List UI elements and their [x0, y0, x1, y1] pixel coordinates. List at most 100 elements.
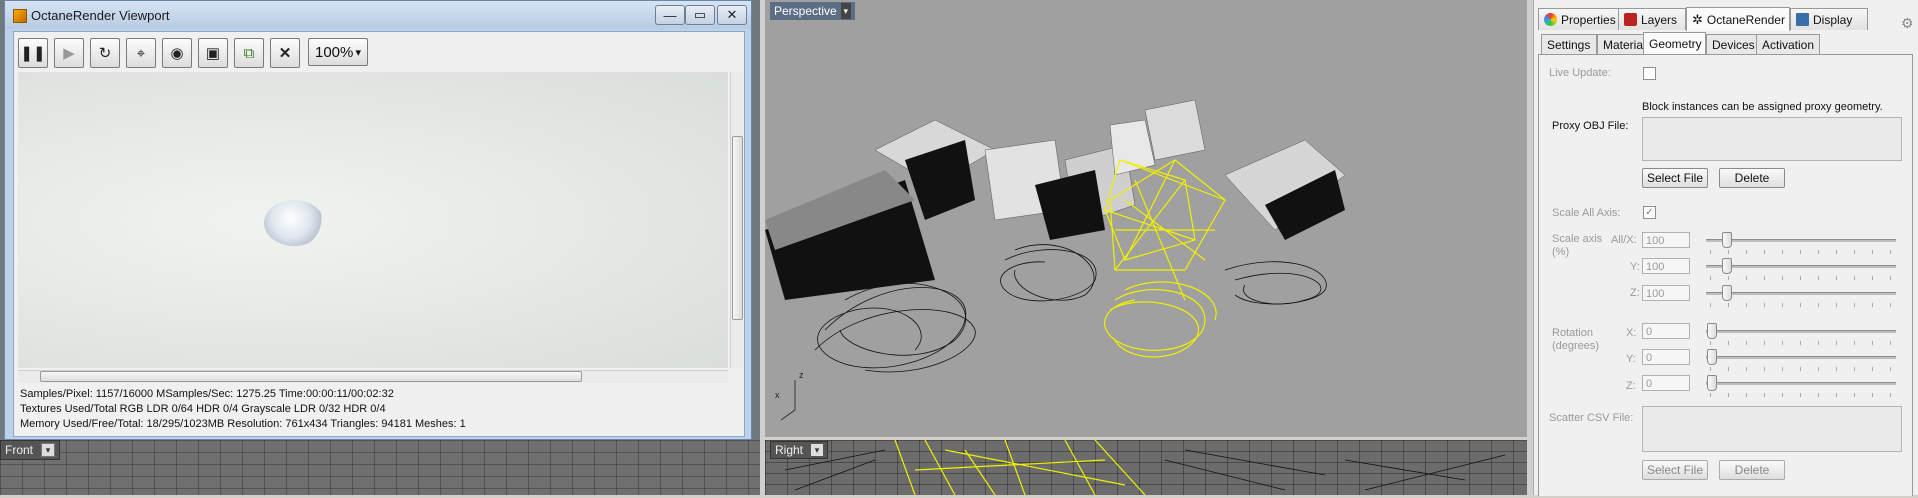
rotation-y-ticks [1710, 367, 1896, 371]
scale-y-slider-track[interactable] [1706, 265, 1896, 268]
proxy-obj-field[interactable] [1642, 117, 1902, 161]
rotation-z-input[interactable]: 0 [1642, 375, 1690, 391]
proxy-obj-label: Proxy OBJ File: [1552, 120, 1629, 132]
vertical-scroll-thumb[interactable] [732, 136, 743, 320]
scatter-select-file-button[interactable]: Select File [1642, 460, 1708, 480]
scale-y-slider-thumb[interactable] [1722, 258, 1732, 274]
rotation-y-input[interactable]: 0 [1642, 349, 1690, 365]
scale-all-axis-label: Scale All Axis: [1552, 207, 1621, 219]
rotation-z-slider-track[interactable] [1706, 382, 1896, 385]
layers-icon [1624, 13, 1637, 26]
play-icon: ▶ [63, 45, 75, 62]
minimize-button[interactable]: — [655, 5, 685, 25]
stats-textures: Textures Used/Total RGB LDR 0/64 HDR 0/4… [20, 403, 386, 415]
right-selected-wireframe [894, 439, 1146, 496]
camera-icon: ▣ [205, 45, 221, 62]
play-button[interactable]: ▶ [54, 38, 84, 68]
scale-y-ticks [1710, 276, 1896, 280]
scale-x-slider-track[interactable] [1706, 239, 1896, 242]
stop-icon: ✕ [278, 45, 292, 62]
tab-label: OctaneRender [1706, 12, 1785, 27]
restart-button[interactable]: ↻ [90, 38, 120, 68]
gear-icon[interactable]: ⚙ [1901, 15, 1915, 31]
material-picker-button[interactable]: ◉ [162, 38, 192, 68]
scale-y-label: Y: [1630, 261, 1640, 273]
tab-display[interactable]: Display [1790, 8, 1868, 30]
scale-x-label: All/X: [1611, 234, 1637, 246]
right-viewport-title: Right [775, 443, 804, 457]
maximize-button[interactable]: ▭ [685, 5, 715, 25]
live-update-checkbox[interactable] [1643, 67, 1656, 80]
subtab-devices[interactable]: Devices [1706, 34, 1762, 54]
tab-properties[interactable]: Properties [1538, 8, 1624, 30]
scale-x-slider-thumb[interactable] [1722, 232, 1732, 248]
rotation-z-label: Z: [1626, 380, 1636, 392]
window-title: OctaneRender Viewport [31, 8, 170, 23]
perspective-viewport-title: Perspective [774, 4, 837, 18]
focus-picker-button[interactable]: ⌖ [126, 38, 156, 68]
perspective-viewport[interactable]: z x [765, 0, 1527, 437]
rendered-cloud-object [264, 200, 324, 246]
rotation-x-label: X: [1626, 327, 1637, 339]
scale-z-slider-thumb[interactable] [1722, 285, 1732, 301]
chevron-down-icon[interactable]: ▾ [840, 3, 851, 19]
proxy-delete-button[interactable]: Delete [1719, 168, 1785, 188]
rotation-label: Rotation [1552, 327, 1593, 339]
chevron-down-icon[interactable]: ▾ [41, 443, 56, 457]
rotation-y-slider-track[interactable] [1706, 356, 1896, 359]
proxy-select-file-button[interactable]: Select File [1642, 168, 1708, 188]
rotation-x-slider-thumb[interactable] [1707, 323, 1717, 339]
rotation-x-ticks [1710, 341, 1896, 345]
rotation-z-slider-thumb[interactable] [1707, 375, 1717, 391]
scatter-delete-button[interactable]: Delete [1719, 460, 1785, 480]
rotation-y-label: Y: [1626, 353, 1636, 365]
front-viewport-label[interactable]: Front ▾ [0, 440, 61, 460]
subtab-activation[interactable]: Activation [1756, 34, 1820, 54]
front-viewport[interactable] [0, 440, 760, 495]
rotation-y-slider-thumb[interactable] [1707, 349, 1717, 365]
octane-render-window: OctaneRender Viewport — ▭ ✕ ❚❚ ▶ ↻ ⌖ ◉ ▣… [4, 0, 752, 440]
focus-icon: ⌖ [136, 44, 146, 62]
scale-z-slider-track[interactable] [1706, 292, 1896, 295]
subtab-settings[interactable]: Settings [1541, 34, 1597, 54]
material-icon: ◉ [170, 45, 184, 62]
scale-x-input[interactable]: 100 [1642, 232, 1690, 248]
window-body: ❚❚ ▶ ↻ ⌖ ◉ ▣ ⧉ ✕ 100% ▾ Samples/Pixel: 1… [13, 31, 745, 437]
right-viewport[interactable] [765, 439, 1527, 496]
chevron-down-icon[interactable]: ▾ [811, 444, 824, 456]
octane-gear-icon: ✲ [1692, 11, 1703, 27]
scale-z-ticks [1710, 303, 1896, 307]
scale-all-axis-checkbox[interactable]: ✓ [1643, 206, 1656, 219]
scale-x-ticks [1710, 250, 1896, 254]
stop-button[interactable]: ✕ [270, 38, 300, 68]
rotation-x-slider-track[interactable] [1706, 330, 1896, 333]
scale-z-label: Z: [1630, 287, 1640, 299]
pause-button[interactable]: ❚❚ [18, 38, 48, 68]
close-button[interactable]: ✕ [717, 5, 747, 25]
display-icon [1796, 13, 1809, 26]
scale-z-input[interactable]: 100 [1642, 285, 1690, 301]
tab-layers[interactable]: Layers [1618, 8, 1686, 30]
subtab-geometry[interactable]: Geometry [1643, 32, 1706, 54]
camera-button[interactable]: ▣ [198, 38, 228, 68]
scale-y-input[interactable]: 100 [1642, 258, 1690, 274]
axis-gizmo [780, 380, 796, 421]
zoom-select[interactable]: 100% ▾ [308, 38, 368, 66]
restart-icon: ↻ [98, 45, 112, 62]
perspective-viewport-label[interactable]: Perspective ▾ [770, 2, 855, 20]
live-update-label: Live Update: [1549, 67, 1611, 79]
scatter-csv-field[interactable] [1642, 406, 1902, 452]
proxy-hint: Block instances can be assigned proxy ge… [1642, 101, 1883, 113]
right-viewport-label[interactable]: Right ▾ [770, 441, 829, 459]
scale-axis-label: Scale axis [1552, 233, 1603, 245]
box-4 [1109, 119, 1156, 176]
stats-samples: Samples/Pixel: 1157/16000 MSamples/Sec: … [20, 388, 394, 400]
horizontal-scroll-thumb[interactable] [40, 371, 582, 382]
stats-memory: Memory Used/Free/Total: 18/295/1023MB Re… [20, 418, 466, 430]
zoom-value: 100% [315, 43, 354, 61]
tab-octanerender[interactable]: ✲ OctaneRender [1686, 7, 1790, 31]
axis-x-label: x [775, 390, 780, 400]
rotation-x-input[interactable]: 0 [1642, 323, 1690, 339]
copy-render-button[interactable]: ⧉ [234, 38, 264, 68]
render-preview[interactable] [18, 72, 728, 368]
